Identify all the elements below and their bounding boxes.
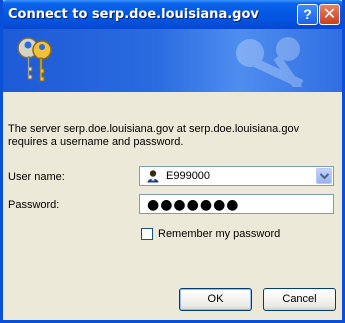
password-field[interactable]: ●●●●●●●: [139, 194, 334, 214]
cancel-button[interactable]: Cancel: [263, 288, 336, 311]
username-value[interactable]: E999000: [166, 170, 210, 182]
title-bar[interactable]: Connect to serp.doe.louisiana.gov ? ✕: [3, 0, 342, 29]
close-button[interactable]: ✕: [319, 4, 340, 25]
login-dialog: Connect to serp.doe.louisiana.gov ? ✕ Th…: [0, 0, 345, 323]
username-dropdown-button[interactable]: [316, 168, 332, 184]
user-icon: [147, 170, 159, 183]
password-label: Password:: [8, 199, 60, 211]
banner: [3, 29, 342, 92]
dropdown-arrow-icon: [320, 173, 329, 180]
password-mask: ●●●●●●●: [147, 197, 240, 213]
ok-button[interactable]: OK: [179, 288, 252, 311]
remember-password-label[interactable]: Remember my password: [158, 228, 280, 240]
banner-keys-watermark-icon: [236, 37, 304, 87]
server-message: The server serp.doe.louisiana.gov at ser…: [8, 123, 300, 148]
remember-password-checkbox[interactable]: [141, 228, 153, 240]
username-label: User name:: [8, 171, 65, 183]
help-button[interactable]: ?: [297, 4, 318, 25]
keys-icon: [17, 37, 52, 82]
username-combobox[interactable]: E999000: [139, 166, 334, 186]
dialog-title: Connect to serp.doe.louisiana.gov: [8, 7, 259, 22]
